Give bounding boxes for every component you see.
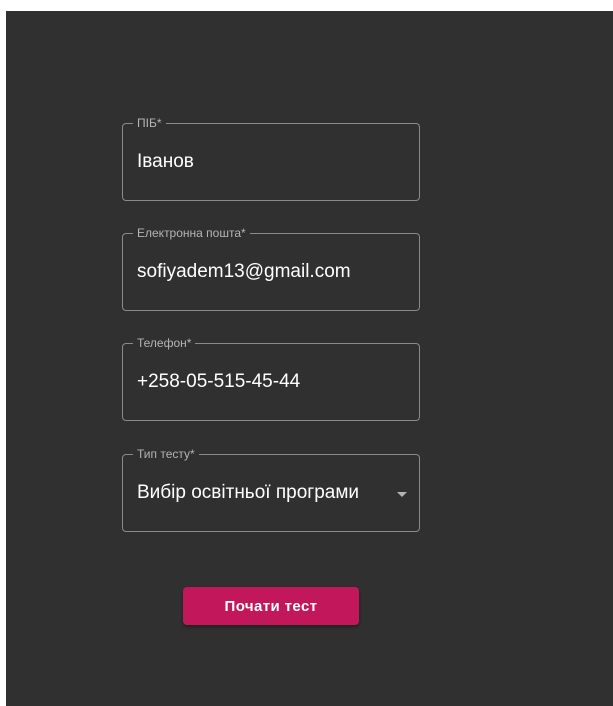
phone-label: Телефон* [133,336,196,350]
full-name-label: ПІБ* [133,116,166,130]
chevron-down-icon[interactable] [397,492,407,497]
start-test-button[interactable]: Почати тест [183,587,359,625]
phone-field[interactable]: Телефон* [122,336,420,421]
full-name-input[interactable] [137,150,411,174]
email-field[interactable]: Електронна пошта* [122,226,420,311]
test-type-value[interactable]: Вибір освітньої програми [137,481,379,505]
form-panel: ПІБ* Електронна пошта* Телефон* Тип тест… [6,11,613,706]
full-name-field[interactable]: ПІБ* [122,116,420,201]
phone-input[interactable] [137,370,411,394]
email-label: Електронна пошта* [133,226,250,240]
email-input[interactable] [137,260,411,284]
test-type-select[interactable]: Тип тесту* Вибір освітньої програми [122,447,420,532]
test-type-label: Тип тесту* [133,447,199,461]
